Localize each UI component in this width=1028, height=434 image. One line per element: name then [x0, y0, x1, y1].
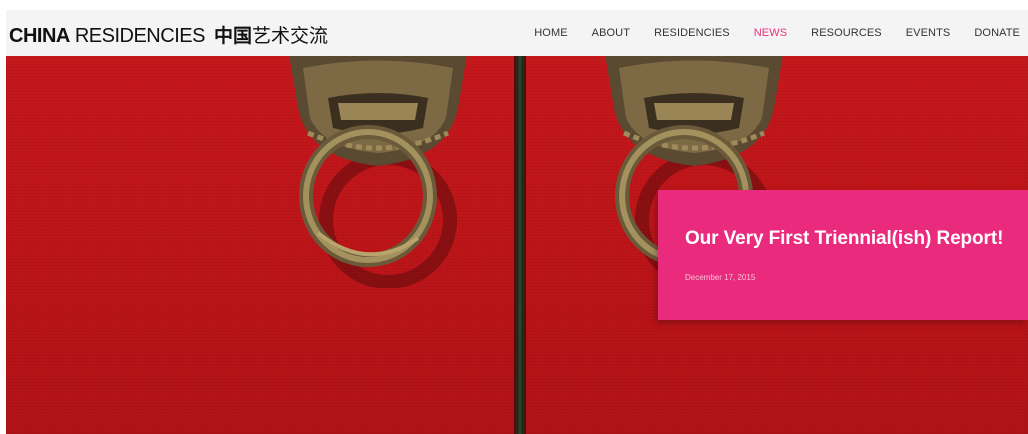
nav-item-donate[interactable]: DONATE: [974, 27, 1020, 39]
nav-item-events[interactable]: EVENTS: [906, 27, 951, 39]
nav-item-resources[interactable]: RESOURCES: [811, 27, 882, 39]
nav-item-home[interactable]: HOME: [534, 27, 567, 39]
nav-item-residencies[interactable]: RESIDENCIES: [654, 27, 730, 39]
main-nav: HOME ABOUT RESIDENCIES NEWS RESOURCES EV…: [510, 10, 1020, 56]
door-knocker-left: [289, 56, 467, 288]
page: CHINA RESIDENCIES 中国 艺术交流 HOME ABOUT RES…: [0, 0, 1028, 434]
site-logo[interactable]: CHINA RESIDENCIES 中国 艺术交流: [9, 21, 328, 47]
nav-item-news[interactable]: NEWS: [754, 27, 787, 39]
logo-text-bold: CHINA: [9, 25, 70, 47]
logo-text-light: RESIDENCIES: [74, 25, 206, 47]
logo-text-zh-bold: 中国: [213, 25, 252, 47]
site-header: CHINA RESIDENCIES 中国 艺术交流 HOME ABOUT RES…: [6, 10, 1028, 56]
nav-item-about[interactable]: ABOUT: [592, 27, 630, 39]
news-post-date: December 17, 2015: [685, 273, 756, 282]
door-seam: [514, 56, 526, 434]
logo-text-zh-light: 艺术交流: [251, 25, 328, 47]
news-post-title[interactable]: Our Very First Triennial(ish) Report!: [685, 228, 1003, 250]
featured-news-card[interactable]: Our Very First Triennial(ish) Report! De…: [658, 190, 1028, 320]
